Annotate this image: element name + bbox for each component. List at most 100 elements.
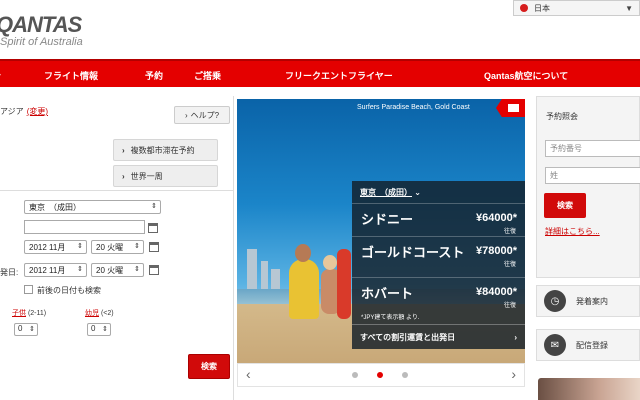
depart-day-value: 20 火曜 (96, 242, 124, 252)
fare-trip-type: 往復 (503, 229, 516, 235)
fare-trip-type: 往復 (503, 262, 516, 268)
region-name: アジア (0, 107, 24, 116)
language-label: 日本 (534, 3, 550, 13)
return-month-value: 2012 11月 (29, 265, 66, 275)
fare-origin-select[interactable]: 東京 （成田） ⌄ (360, 187, 421, 198)
hero-banner[interactable]: Surfers Paradise Beach, Gold Coast 東京 （成… (237, 99, 525, 363)
main-nav: › フライト情報 予約 ご搭乗 フリークエントフライヤー Qantas航空につい… (0, 59, 640, 87)
origin-value: 東京 （成田） (29, 202, 81, 212)
carousel-prev-icon[interactable]: ‹ (246, 366, 251, 382)
child-range: (2-11) (27, 310, 47, 317)
photo-caption: Surfers Paradise Beach, Gold Coast (357, 104, 470, 111)
fare-panel: 東京 （成田） ⌄ シドニー ¥64000* 往復 ゴールドコースト ¥7800… (352, 181, 525, 349)
booking-reference-input[interactable]: 予約番号 (545, 140, 640, 157)
lifeguard-figure (289, 259, 319, 319)
manage-booking-search-button[interactable]: 検索 (544, 193, 586, 218)
lifeguard-head (295, 244, 311, 262)
child-count-value: 0 (18, 324, 23, 333)
flight-status-tile[interactable]: ◷ 発着案内 (536, 285, 640, 317)
carousel-next-icon[interactable]: › (511, 366, 516, 382)
calendar-icon[interactable] (149, 265, 159, 275)
help-label: ヘルプ? (190, 110, 220, 120)
round-world-button[interactable]: › 世界一周 (113, 165, 218, 187)
infant-label-text[interactable]: 幼児 (85, 310, 99, 317)
depart-month-value: 2012 11月 (29, 242, 66, 252)
depart-month-select[interactable]: 2012 11月 ⇕ (24, 240, 87, 254)
child-count-select[interactable]: 0 ⇕ (14, 323, 38, 336)
fare-row[interactable]: ホバート ¥84000* 往復 (352, 277, 525, 311)
fare-destination: ゴールドコースト (361, 245, 465, 260)
details-link[interactable]: 詳細はこちら... (545, 226, 600, 237)
help-button[interactable]: › ヘルプ? (174, 106, 230, 124)
surfboard-shape (337, 249, 351, 319)
select-arrow-icon: ⇕ (29, 326, 35, 333)
select-arrow-icon: ⇕ (134, 266, 140, 273)
nav-item-frequent-flyer[interactable]: フリークエントフライヤー (285, 69, 393, 82)
chevron-down-icon: ▼ (625, 4, 633, 13)
fare-row[interactable]: ゴールドコースト ¥78000* 往復 (352, 236, 525, 278)
nav-item-about-qantas[interactable]: Qantas航空について (484, 69, 568, 82)
chevron-right-icon: › (122, 171, 125, 181)
all-fares-link[interactable]: すべての割引運賃と出発日 › (352, 324, 525, 349)
origin-select[interactable]: 東京 （成田） ⇕ (24, 200, 161, 214)
carousel-dot[interactable] (402, 372, 408, 378)
building-shape (247, 249, 257, 294)
language-select[interactable]: 日本 ▼ (513, 0, 640, 16)
select-arrow-icon: ⇕ (151, 203, 157, 210)
return-date-label: 発日: (0, 268, 19, 277)
select-arrow-icon: ⇕ (77, 243, 83, 250)
fare-origin-label: 東京 （成田） (360, 188, 412, 197)
return-month-select[interactable]: 2012 11月 ⇕ (24, 263, 87, 277)
region-indicator: アジア (変更) (0, 106, 48, 117)
mail-icon: ✉ (544, 334, 566, 356)
select-arrow-icon: ⇕ (77, 266, 83, 273)
depart-day-select[interactable]: 20 火曜 ⇕ (91, 240, 144, 254)
return-day-select[interactable]: 20 火曜 ⇕ (91, 263, 144, 277)
child-head (323, 255, 337, 270)
clear-field-icon[interactable] (148, 223, 158, 233)
nav-item-booking[interactable]: 予約 (145, 69, 163, 82)
newsletter-label: 配信登録 (576, 340, 608, 350)
divider (0, 190, 234, 191)
promo-thumbnail[interactable] (538, 378, 640, 400)
envelope-icon (507, 104, 519, 112)
fare-destination: シドニー (361, 212, 414, 227)
nav-item-boarding[interactable]: ご搭乗 (194, 69, 221, 82)
carousel-dot[interactable] (352, 372, 358, 378)
surname-input[interactable]: 姓 (545, 167, 640, 184)
fare-trip-type: 往復 (503, 303, 516, 309)
fare-footnote: *JPY建て表示額 より. (361, 315, 420, 321)
fare-price: ¥78000* (476, 245, 517, 257)
logo-tagline: Spirit of Australia (0, 36, 83, 48)
child-label: 子供 (2-11) (12, 308, 46, 318)
flight-status-label: 発着案内 (576, 296, 608, 306)
region-change-link[interactable]: (変更) (27, 107, 48, 116)
multi-city-button[interactable]: › 複数都市滞在予約 (113, 139, 218, 161)
calendar-icon[interactable] (149, 242, 159, 252)
qantas-logo[interactable]: QANTAS Spirit of Australia (0, 8, 120, 54)
logo-wordmark: QANTAS (0, 12, 82, 37)
nav-arrow-icon: › (0, 69, 1, 79)
flight-search-button[interactable]: 検索 (188, 354, 230, 379)
flexible-dates-checkbox[interactable] (24, 285, 33, 294)
destination-input[interactable] (24, 220, 145, 234)
child-label-text[interactable]: 子供 (12, 310, 26, 317)
chevron-right-icon: › (184, 110, 188, 120)
all-fares-label: すべての割引運賃と出発日 (360, 332, 456, 342)
nav-item-flight-info[interactable]: フライト情報 (44, 69, 98, 82)
fare-row[interactable]: シドニー ¥64000* 往復 (352, 203, 525, 237)
multi-city-label: 複数都市滞在予約 (130, 145, 195, 155)
infant-count-select[interactable]: 0 ⇕ (87, 323, 111, 336)
newsletter-tile[interactable]: ✉ 配信登録 (536, 329, 640, 361)
chevron-right-icon: › (122, 145, 125, 155)
fare-price: ¥64000* (476, 212, 517, 224)
infant-label: 幼児 (<2) (85, 308, 114, 318)
carousel-controls: ‹ › (237, 363, 525, 387)
share-email-button[interactable] (496, 99, 525, 117)
chevron-right-icon: › (514, 332, 517, 342)
flexible-dates-label: 前後の日付も検索 (37, 286, 101, 295)
infant-count-value: 0 (91, 324, 96, 333)
round-world-label: 世界一周 (130, 171, 163, 181)
fare-destination: ホバート (361, 286, 414, 301)
carousel-dot-active[interactable] (377, 372, 383, 378)
